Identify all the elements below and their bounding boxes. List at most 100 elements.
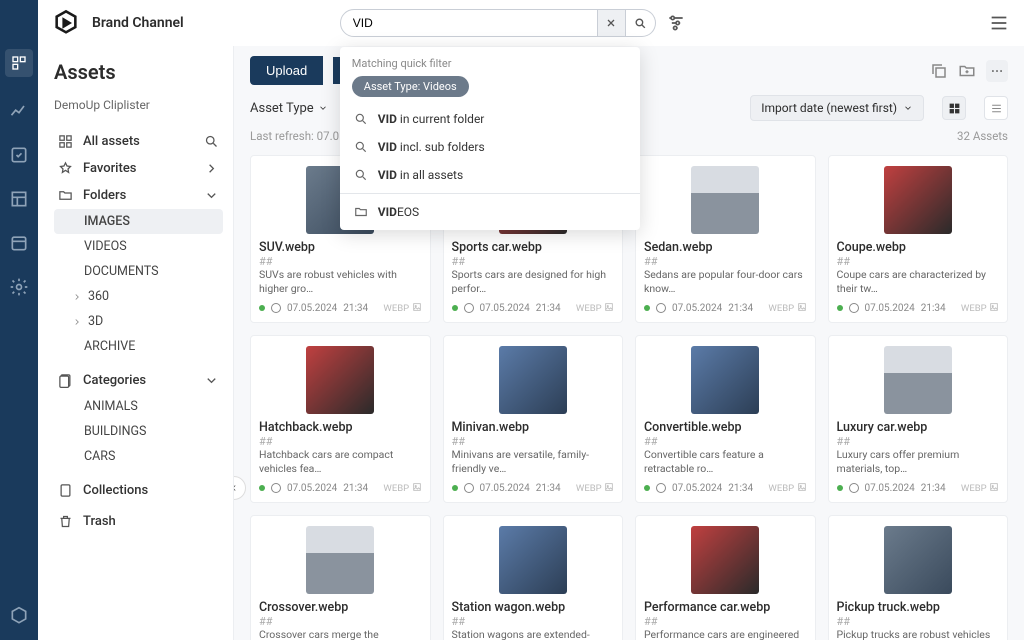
asset-card[interactable]: Luxury car.webp ## Luxury cars offer pre…	[828, 335, 1009, 503]
suggest-heading: Matching quick filter	[340, 47, 640, 76]
suggest-row[interactable]: VID in current folder	[340, 105, 640, 133]
upload-button[interactable]: Upload	[250, 56, 323, 85]
workspace-name[interactable]: DemoUp Cliplister	[54, 98, 223, 112]
search-clear-button[interactable]	[598, 9, 626, 37]
rail-calendar-icon[interactable]	[9, 233, 29, 253]
asset-card[interactable]: Sedan.webp ## Sedans are popular four-do…	[635, 155, 816, 323]
topbar: Brand Channel Matching quick filter Asse…	[38, 0, 1024, 46]
asset-description: Crossover cars merge the attributes of s…	[259, 628, 422, 640]
search-input[interactable]	[340, 9, 598, 37]
suggest-chip[interactable]: Asset Type: Videos	[352, 76, 469, 97]
asset-thumbnail	[837, 164, 1000, 236]
status-dot-icon	[644, 305, 650, 311]
folder-images[interactable]: IMAGES	[54, 209, 223, 234]
asset-thumbnail	[644, 344, 807, 416]
brand-logo-icon	[52, 9, 80, 37]
asset-thumbnail	[452, 344, 615, 416]
asset-name: Minivan.webp	[452, 420, 615, 435]
asset-description: Coupe cars are characterized by their tw…	[837, 268, 1000, 296]
page-title: Assets	[54, 60, 223, 84]
asset-hash: ##	[644, 435, 807, 448]
rail-tasks-icon[interactable]	[9, 145, 29, 165]
asset-hash: ##	[837, 615, 1000, 628]
nav-categories[interactable]: Categories	[54, 367, 223, 394]
asset-card[interactable]: Station wagon.webp ## Station wagons are…	[443, 515, 624, 640]
asset-hash: ##	[837, 435, 1000, 448]
folder-videos[interactable]: VIDEOS	[54, 234, 223, 259]
filter-toggle-icon[interactable]	[666, 13, 686, 33]
asset-name: Hatchback.webp	[259, 420, 422, 435]
cat-cars[interactable]: CARS	[54, 444, 223, 469]
status-dot-icon	[644, 485, 650, 491]
nav-favorites[interactable]: Favorites	[54, 155, 223, 182]
suggest-row[interactable]: VID incl. sub folders	[340, 133, 640, 161]
asset-description: Luxury cars offer premium materials, top…	[837, 448, 1000, 476]
asset-name: Performance car.webp	[644, 600, 807, 615]
asset-card[interactable]: Coupe.webp ## Coupe cars are characteriz…	[828, 155, 1009, 323]
chevron-down-icon	[204, 188, 219, 203]
rail-logo-icon[interactable]	[9, 606, 29, 626]
asset-description: SUVs are robust vehicles with higher gro…	[259, 268, 422, 296]
nav-trash[interactable]: Trash	[54, 508, 223, 535]
nav-collections[interactable]: Collections	[54, 477, 223, 504]
rail-assets-icon[interactable]	[5, 49, 33, 77]
status-dot-icon	[259, 305, 265, 311]
asset-hash: ##	[644, 255, 807, 268]
folder-documents[interactable]: DOCUMENTS	[54, 259, 223, 284]
search-submit-button[interactable]	[626, 9, 656, 37]
new-folder-icon[interactable]	[958, 62, 976, 80]
folder-3d[interactable]: 3D	[54, 309, 223, 334]
rail-analytics-icon[interactable]	[9, 101, 29, 121]
asset-description: Sports cars are designed for high perfor…	[452, 268, 615, 296]
asset-card[interactable]: Convertible.webp ## Convertible cars fea…	[635, 335, 816, 503]
folder-archive[interactable]: ARCHIVE	[54, 334, 223, 359]
asset-description: Pickup trucks are robust vehicles equipp…	[837, 628, 1000, 640]
folder-360[interactable]: 360	[54, 284, 223, 309]
asset-card[interactable]: Pickup truck.webp ## Pickup trucks are r…	[828, 515, 1009, 640]
asset-hash: ##	[452, 255, 615, 268]
view-list-button[interactable]	[984, 96, 1008, 120]
asset-footer: 07.05.202421:34WEBP	[452, 302, 615, 314]
chevron-down-icon	[204, 373, 219, 388]
rail-layout-icon[interactable]	[9, 189, 29, 209]
asset-name: Sports car.webp	[452, 240, 615, 255]
globe-icon	[849, 303, 859, 313]
asset-hash: ##	[837, 255, 1000, 268]
nav-all-assets[interactable]: All assets	[54, 128, 223, 155]
asset-name: Coupe.webp	[837, 240, 1000, 255]
asset-card[interactable]: Performance car.webp ## Performance cars…	[635, 515, 816, 640]
filter-asset-type[interactable]: Asset Type	[250, 101, 328, 116]
cat-buildings[interactable]: BUILDINGS	[54, 419, 223, 444]
globe-icon	[464, 483, 474, 493]
globe-icon	[271, 483, 281, 493]
duplicate-icon[interactable]	[930, 62, 948, 80]
nav-folders[interactable]: Folders	[54, 182, 223, 209]
suggest-row[interactable]: VID in all assets	[340, 161, 640, 189]
menu-icon[interactable]	[988, 12, 1010, 34]
asset-description: Sedans are popular four-door cars know…F…	[644, 268, 807, 296]
status-dot-icon	[837, 305, 843, 311]
asset-description: Minivans are versatile, family-friendly …	[452, 448, 615, 476]
asset-name: Station wagon.webp	[452, 600, 615, 615]
asset-hash: ##	[644, 615, 807, 628]
asset-description: Performance cars are engineered for exc……	[644, 628, 807, 640]
view-grid-button[interactable]	[942, 96, 966, 120]
more-actions-button[interactable]	[986, 60, 1008, 82]
asset-footer: 07.05.202421:34WEBP	[259, 482, 422, 494]
suggest-row-folder[interactable]: VIDEOS	[340, 198, 640, 226]
search-suggestions: Matching quick filter Asset Type: Videos…	[340, 47, 640, 230]
cat-animals[interactable]: ANIMALS	[54, 394, 223, 419]
asset-thumbnail	[644, 524, 807, 596]
asset-hash: ##	[259, 255, 422, 268]
asset-card[interactable]: Hatchback.webp ## Hatchback cars are com…	[250, 335, 431, 503]
nav-rail	[0, 0, 38, 640]
asset-name: Convertible.webp	[644, 420, 807, 435]
asset-card[interactable]: Minivan.webp ## Minivans are versatile, …	[443, 335, 624, 503]
search-icon	[204, 134, 219, 149]
asset-footer: 07.05.202421:34WEBP	[837, 302, 1000, 314]
asset-footer: 07.05.202421:34WEBP	[259, 302, 422, 314]
rail-settings-icon[interactable]	[9, 277, 29, 297]
asset-name: Luxury car.webp	[837, 420, 1000, 435]
sort-select[interactable]: Import date (newest first)	[750, 95, 924, 121]
asset-card[interactable]: Crossover.webp ## Crossover cars merge t…	[250, 515, 431, 640]
